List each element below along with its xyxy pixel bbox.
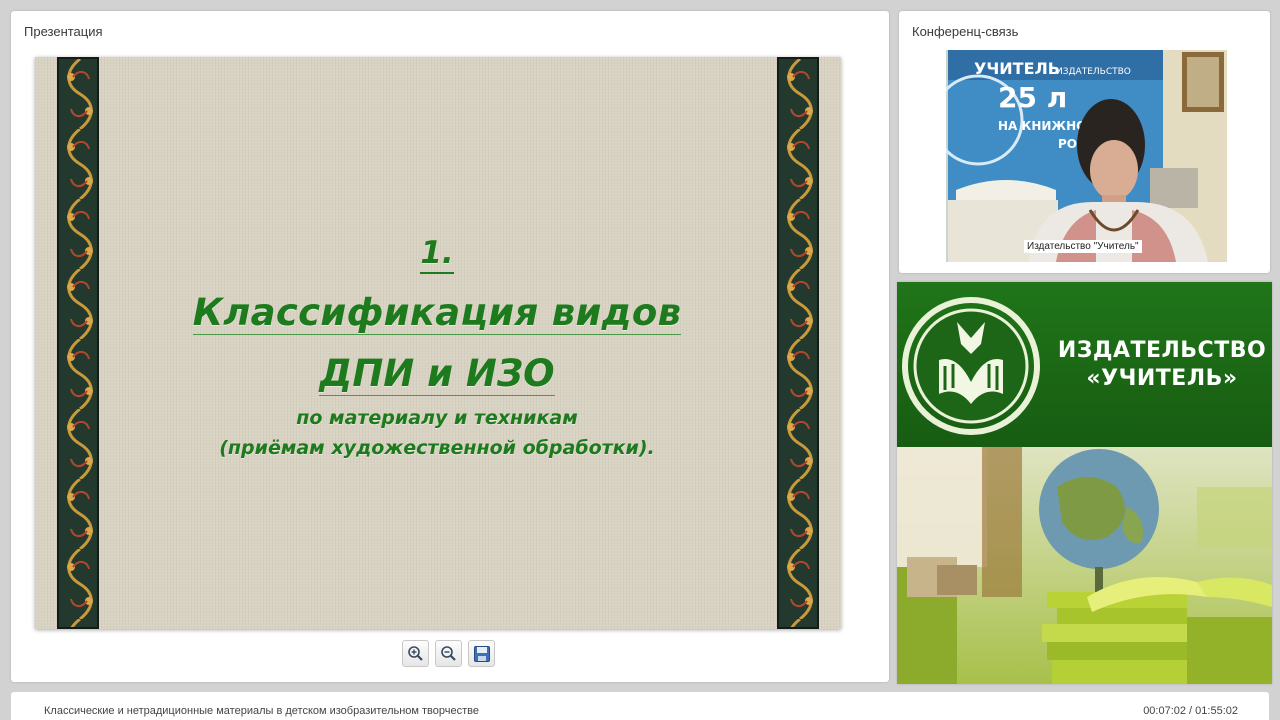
- publisher-name: ИЗДАТЕЛЬСТВО «УЧИТЕЛЬ»: [1057, 337, 1267, 393]
- save-icon: [473, 645, 490, 662]
- zoom-in-icon: [408, 646, 423, 661]
- banner-number: 25 л: [998, 81, 1067, 114]
- ornament-pattern-right: [779, 59, 817, 627]
- banner-text: УЧИТЕЛЬ: [974, 59, 1060, 78]
- conference-panel-title: Конференц-связь: [912, 24, 1019, 39]
- video-frame: УЧИТЕЛЬ ИЗДАТЕЛЬСТВО 25 л НА КНИЖНОМ РО: [946, 50, 1227, 262]
- slide-title-line-2: ДПИ и ИЗО: [319, 352, 555, 396]
- slide-subtitle-line-2: (приёмам художественной обработки).: [219, 437, 655, 459]
- publisher-logo-band: ИЗДАТЕЛЬСТВО «УЧИТЕЛЬ»: [897, 282, 1272, 447]
- slide-number: 1.: [135, 235, 739, 274]
- publisher-logo-icon: [902, 297, 1040, 435]
- banner-subtext: ИЗДАТЕЛЬСТВО: [1056, 67, 1131, 77]
- banner-line-2: РО: [1058, 137, 1077, 151]
- slide-title-line-1: Классификация видов: [192, 291, 682, 335]
- conference-panel: Конференц-связь УЧИТЕЛЬ ИЗДАТЕЛЬСТВО 25 …: [899, 11, 1270, 273]
- playback-time: 00:07:02 / 01:55:02: [1143, 705, 1238, 717]
- player-footer: Классические и нетрадиционные материалы …: [11, 692, 1269, 720]
- presentation-panel: Презентация 1. Классификация видов ДПИ и…: [11, 11, 889, 682]
- ornament-pattern-left: [59, 59, 97, 627]
- save-button[interactable]: [468, 640, 495, 667]
- video-feed[interactable]: УЧИТЕЛЬ ИЗДАТЕЛЬСТВО 25 л НА КНИЖНОМ РО …: [946, 50, 1227, 262]
- presentation-panel-title: Презентация: [24, 24, 103, 39]
- books-globe-image: [897, 447, 1272, 684]
- presentation-slide: 1. Классификация видов ДПИ и ИЗО по мате…: [35, 57, 841, 629]
- publisher-name-line-1: ИЗДАТЕЛЬСТВО: [1057, 338, 1267, 363]
- slide-subtitle-line-1: по материалу и техникам: [296, 407, 578, 429]
- presentation-toolbar: [402, 640, 495, 667]
- zoom-in-button[interactable]: [402, 640, 429, 667]
- slide-ornament-right: [777, 57, 819, 629]
- video-caption: Издательство "Учитель": [1024, 240, 1142, 253]
- publisher-panel: ИЗДАТЕЛЬСТВО «УЧИТЕЛЬ»: [897, 282, 1272, 684]
- zoom-out-button[interactable]: [435, 640, 462, 667]
- slide-ornament-left: [57, 57, 99, 629]
- publisher-name-line-2: «УЧИТЕЛЬ»: [1086, 366, 1238, 391]
- zoom-out-icon: [441, 646, 456, 661]
- course-title: Классические и нетрадиционные материалы …: [44, 705, 479, 717]
